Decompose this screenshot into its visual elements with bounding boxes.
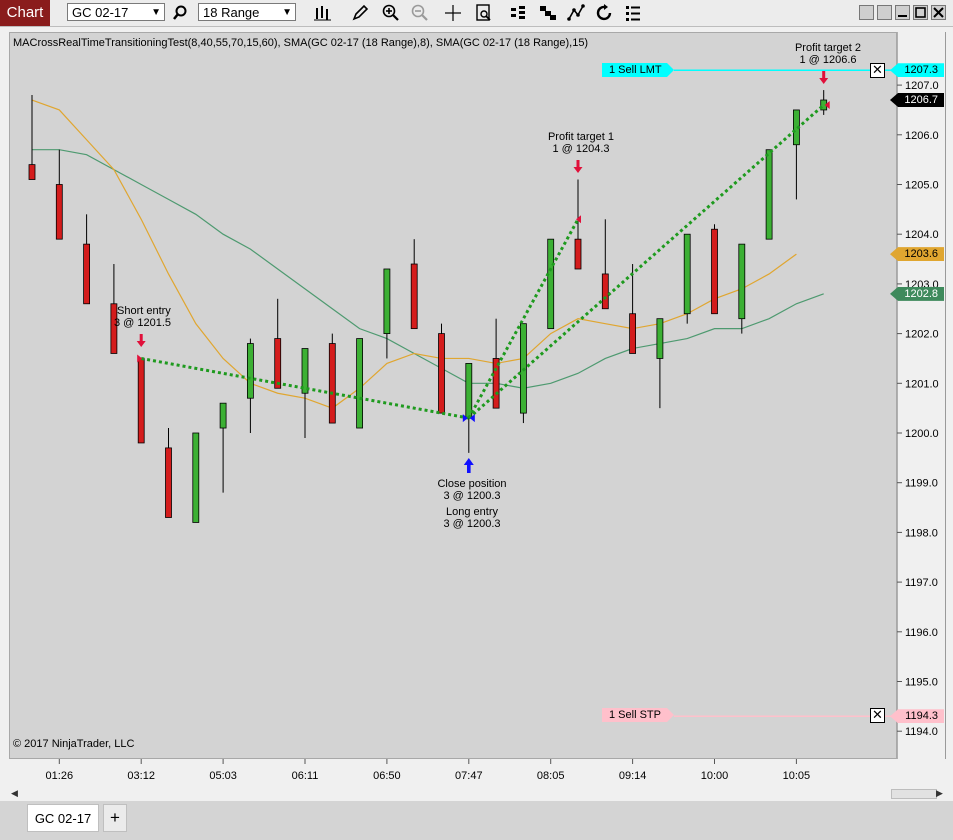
candle-body — [28, 164, 36, 180]
annotation-title: Profit target 2 — [794, 42, 862, 54]
x-axis-tick-label: 06:50 — [373, 770, 401, 782]
scroll-right-icon[interactable]: ▶ — [936, 788, 943, 799]
candle-body — [219, 402, 227, 429]
sma-slow-line — [32, 149, 824, 389]
candle-body — [274, 338, 282, 389]
candle-body — [137, 358, 145, 444]
annotation-title: Close position — [437, 478, 507, 490]
candle-body — [765, 149, 773, 240]
candle-body — [83, 243, 90, 305]
profit-target-2-arrow-icon — [819, 71, 829, 84]
candle-body — [711, 228, 718, 315]
candle-body — [165, 447, 172, 518]
annotation-detail: 1 @ 1206.6 — [799, 54, 857, 66]
candle-body — [547, 238, 555, 330]
y-axis-tick-label: 1202.0 — [905, 329, 939, 341]
candle-body — [246, 343, 254, 399]
long-entry-annotation: Long entry 3 @ 1200.3 — [432, 506, 512, 530]
trade-line — [467, 103, 825, 420]
sell-stop-order-label[interactable]: 1 Sell STP — [602, 708, 674, 722]
x-axis-tick-label: 09:14 — [619, 770, 647, 782]
cancel-sell-limit-button[interactable]: ✕ — [870, 63, 885, 78]
y-axis-tick-label: 1194.0 — [905, 726, 938, 738]
add-tab-button[interactable]: + — [103, 804, 127, 832]
x-axis-tick-label: 08:05 — [537, 770, 565, 782]
candle-body — [438, 333, 445, 414]
y-axis-tick-label: 1207.0 — [905, 80, 939, 92]
profit-target-1-annotation: Profit target 1 1 @ 1204.3 — [536, 131, 626, 155]
x-axis-tick-label: 03:12 — [127, 770, 155, 782]
y-axis-tick-label: 1204.0 — [905, 229, 939, 241]
candle-body — [192, 432, 200, 523]
short-entry-arrow-icon — [136, 334, 146, 347]
annotation-detail: 3 @ 1200.3 — [443, 490, 501, 502]
x-axis-tick-label: 10:00 — [701, 770, 729, 782]
annotation-title: Short entry — [117, 305, 171, 317]
cancel-sell-stop-button[interactable]: ✕ — [870, 708, 885, 723]
candle-body — [601, 273, 609, 310]
y-axis-tick-label: 1201.0 — [905, 378, 939, 390]
price-chart[interactable]: 1194.0 1195.0 1196.0 1197.0 1198.0 1199.0 1200… — [0, 0, 953, 840]
annotation-detail: 3 @ 1201.5 — [114, 317, 172, 329]
short-entry-annotation: Short entry 3 @ 1201.5 — [114, 305, 172, 329]
price-marker: 1207.3 — [890, 63, 944, 78]
annotation-title: Long entry — [446, 506, 498, 518]
profit-target-1-arrow-icon — [573, 160, 583, 173]
candle-body — [574, 238, 582, 270]
annotation-title: Profit target 1 — [547, 131, 615, 143]
candle-body — [328, 343, 336, 424]
price-marker: 1203.6 — [890, 247, 944, 262]
x-axis-tick-label: 05:03 — [209, 770, 237, 782]
x-axis-tick-label: 10:05 — [783, 770, 811, 782]
candle-body — [465, 363, 473, 419]
price-marker: 1206.7 — [890, 93, 944, 107]
y-axis-tick-label: 1200.0 — [905, 428, 939, 440]
candle-body — [683, 233, 691, 315]
y-axis-tick-label: 1205.0 — [905, 180, 939, 192]
candle-body — [410, 263, 418, 330]
close-position-annotation: Close position 3 @ 1200.3 — [432, 478, 512, 502]
x-axis-tick-label: 07:47 — [455, 770, 483, 782]
y-axis-tick-label: 1199.0 — [905, 478, 938, 490]
candle-body — [492, 358, 500, 409]
candle-body — [55, 184, 63, 240]
scroll-left-icon[interactable]: ◀ — [11, 788, 18, 799]
tab-bar: GC 02-17 + — [0, 801, 953, 840]
annotation-detail: 1 @ 1204.3 — [552, 143, 610, 155]
y-axis-tick-label: 1197.0 — [905, 577, 938, 589]
sell-limit-order-label[interactable]: 1 Sell LMT — [602, 63, 674, 77]
tab-instrument[interactable]: GC 02-17 — [27, 804, 99, 832]
scroll-thumb[interactable] — [891, 789, 937, 799]
x-axis-tick-label: 06:11 — [292, 770, 319, 782]
candle-body — [656, 318, 664, 359]
candle-body — [629, 313, 636, 354]
price-marker: 1202.8 — [890, 286, 944, 301]
candle-body — [356, 338, 364, 429]
y-axis-tick-label: 1195.0 — [905, 677, 938, 689]
long-entry-arrow-icon — [463, 458, 474, 473]
profit-target-2-annotation: Profit target 2 1 @ 1206.6 — [783, 42, 873, 66]
candle-body — [738, 243, 746, 320]
x-axis-tick-label: 01:26 — [46, 770, 74, 782]
y-axis-tick-label: 1196.0 — [905, 627, 938, 639]
annotation-detail: 3 @ 1200.3 — [443, 518, 501, 530]
y-axis-tick-label: 1198.0 — [905, 527, 938, 539]
y-axis-tick-label: 1206.0 — [905, 130, 939, 142]
price-marker: 1194.3 — [890, 709, 944, 724]
horizontal-scrollbar[interactable]: ◀ ▶ — [9, 787, 945, 801]
candle-body — [383, 268, 391, 334]
